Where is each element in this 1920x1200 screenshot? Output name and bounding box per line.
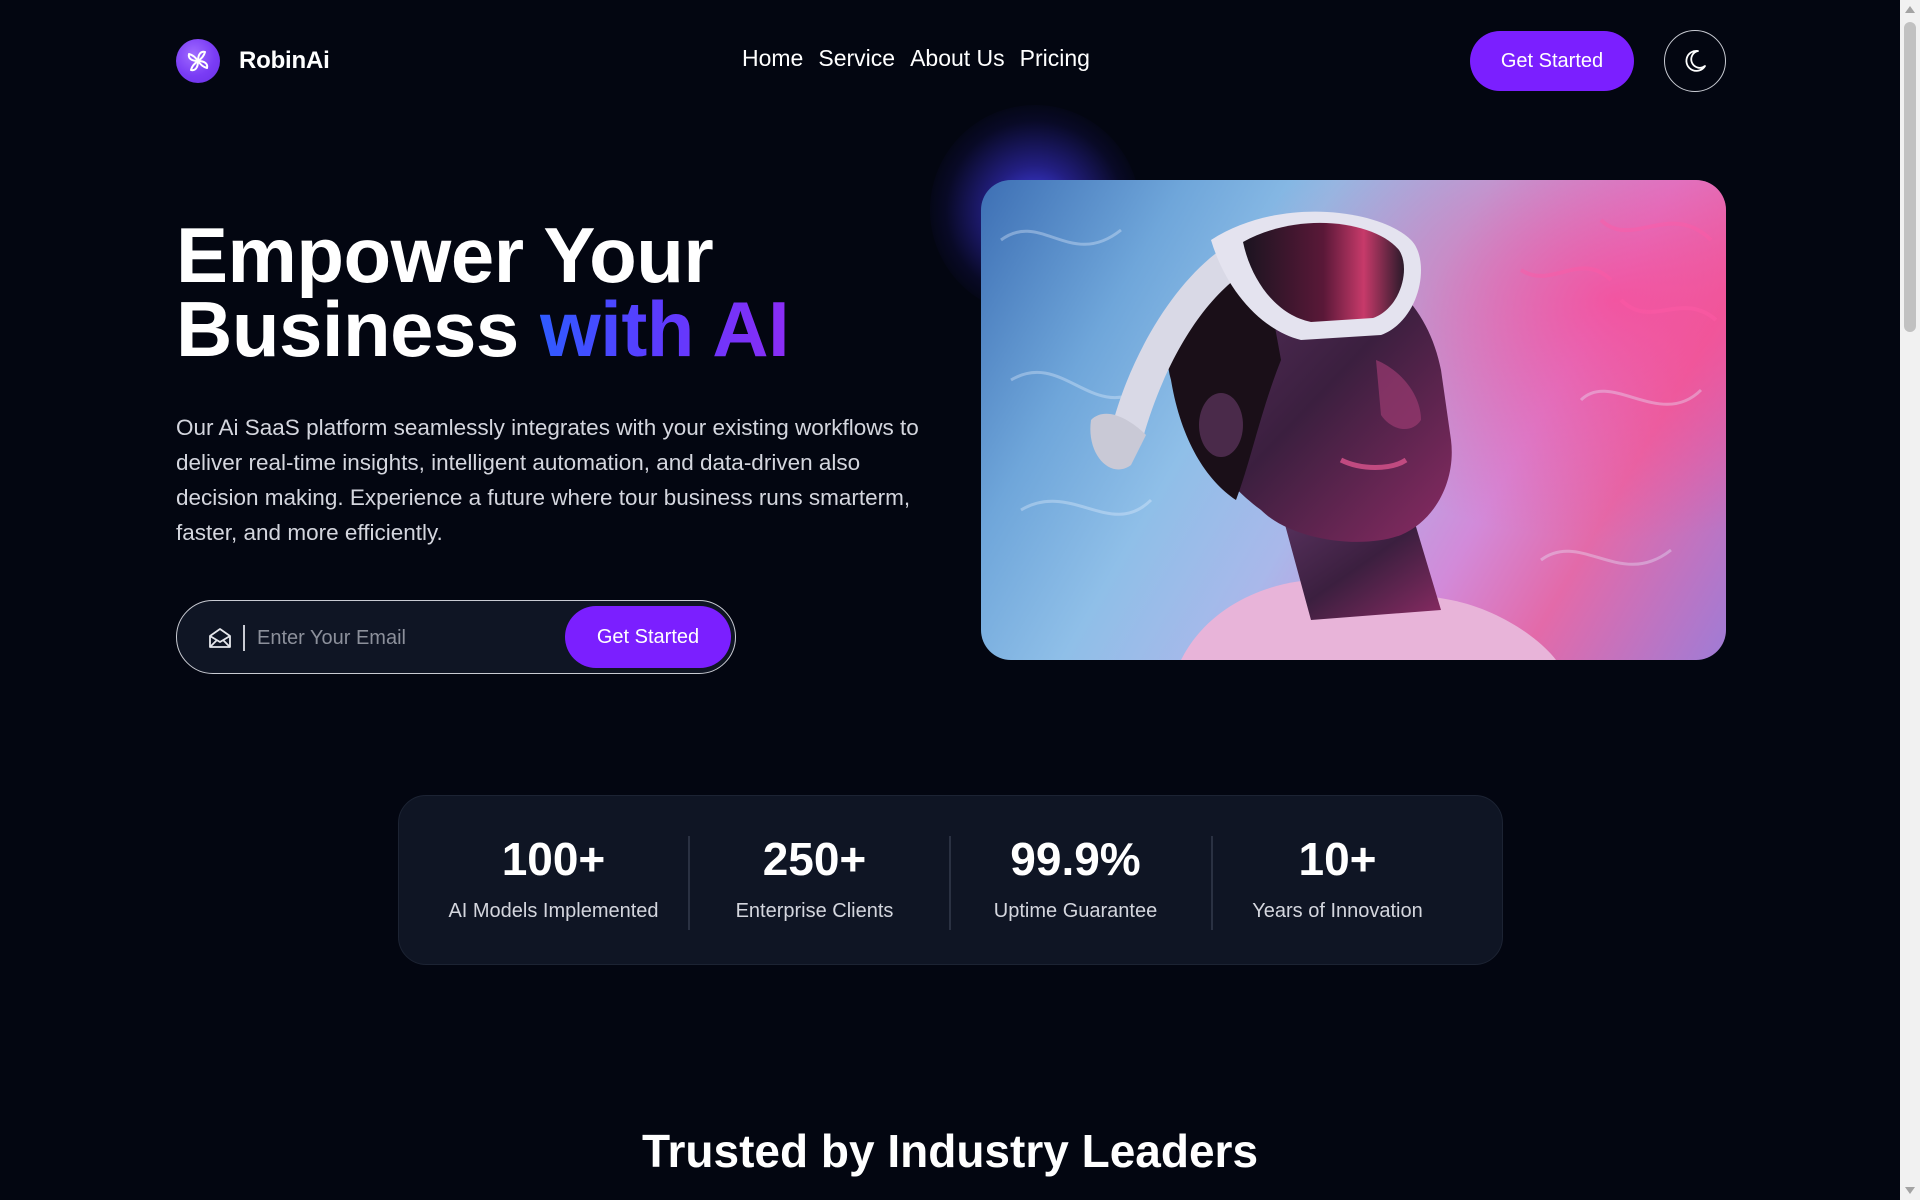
stat-value: 10+: [1298, 833, 1377, 885]
fan-logo-icon: [176, 39, 220, 83]
hero-image-vr-person: [981, 180, 1726, 660]
scrollbar-thumb[interactable]: [1904, 22, 1916, 332]
trusted-section-title: Trusted by Industry Leaders: [641, 1125, 1259, 1177]
stat-years: 10+ Years of Innovation: [1207, 834, 1468, 923]
stat-ai-models: 100+ AI Models Implemented: [423, 834, 684, 923]
input-divider: [243, 625, 245, 651]
email-get-started-button[interactable]: Get Started: [565, 606, 731, 668]
stat-label: Uptime Guarantee: [993, 900, 1158, 922]
stat-label: Years of Innovation: [1252, 900, 1423, 922]
brand[interactable]: RobinAi: [176, 38, 330, 84]
nav-link-about-us[interactable]: About Us: [910, 45, 1005, 72]
theme-toggle-button[interactable]: [1664, 30, 1726, 92]
nav-link-pricing[interactable]: Pricing: [1020, 45, 1090, 72]
stat-value: 99.9%: [1010, 833, 1141, 885]
stat-enterprise-clients: 250+ Enterprise Clients: [684, 834, 945, 923]
nav-link-home[interactable]: Home: [742, 45, 803, 72]
navbar: RobinAi Home Service About Us Pricing Ge…: [176, 30, 1727, 92]
scroll-up-arrow-icon[interactable]: [1905, 6, 1915, 13]
hero-description: Our Ai SaaS platform seamlessly integrat…: [176, 415, 919, 545]
email-signup-form: Get Started: [176, 600, 736, 674]
envelope-open-icon: [209, 628, 231, 648]
stat-value: 250+: [762, 833, 867, 885]
nav-link-service[interactable]: Service: [818, 45, 895, 72]
stat-label: AI Models Implemented: [448, 900, 659, 922]
email-input[interactable]: [257, 619, 557, 657]
nav-links: Home Service About Us Pricing: [742, 45, 1105, 72]
hero-title: Empower Your Business with AI: [176, 216, 790, 368]
scroll-down-arrow-icon[interactable]: [1905, 1187, 1915, 1194]
stat-uptime: 99.9% Uptime Guarantee: [945, 834, 1206, 923]
page-scrollbar[interactable]: [1900, 0, 1920, 1200]
stats-card: 100+ AI Models Implemented 250+ Enterpri…: [398, 795, 1503, 965]
hero-title-line2: Business: [176, 285, 540, 373]
stat-label: Enterprise Clients: [735, 900, 894, 922]
stat-value: 100+: [501, 833, 606, 885]
nav-get-started-button[interactable]: Get Started: [1470, 31, 1634, 91]
moon-icon: [1685, 50, 1706, 72]
hero-title-accent: with AI: [539, 285, 790, 373]
brand-name: RobinAi: [239, 47, 330, 74]
